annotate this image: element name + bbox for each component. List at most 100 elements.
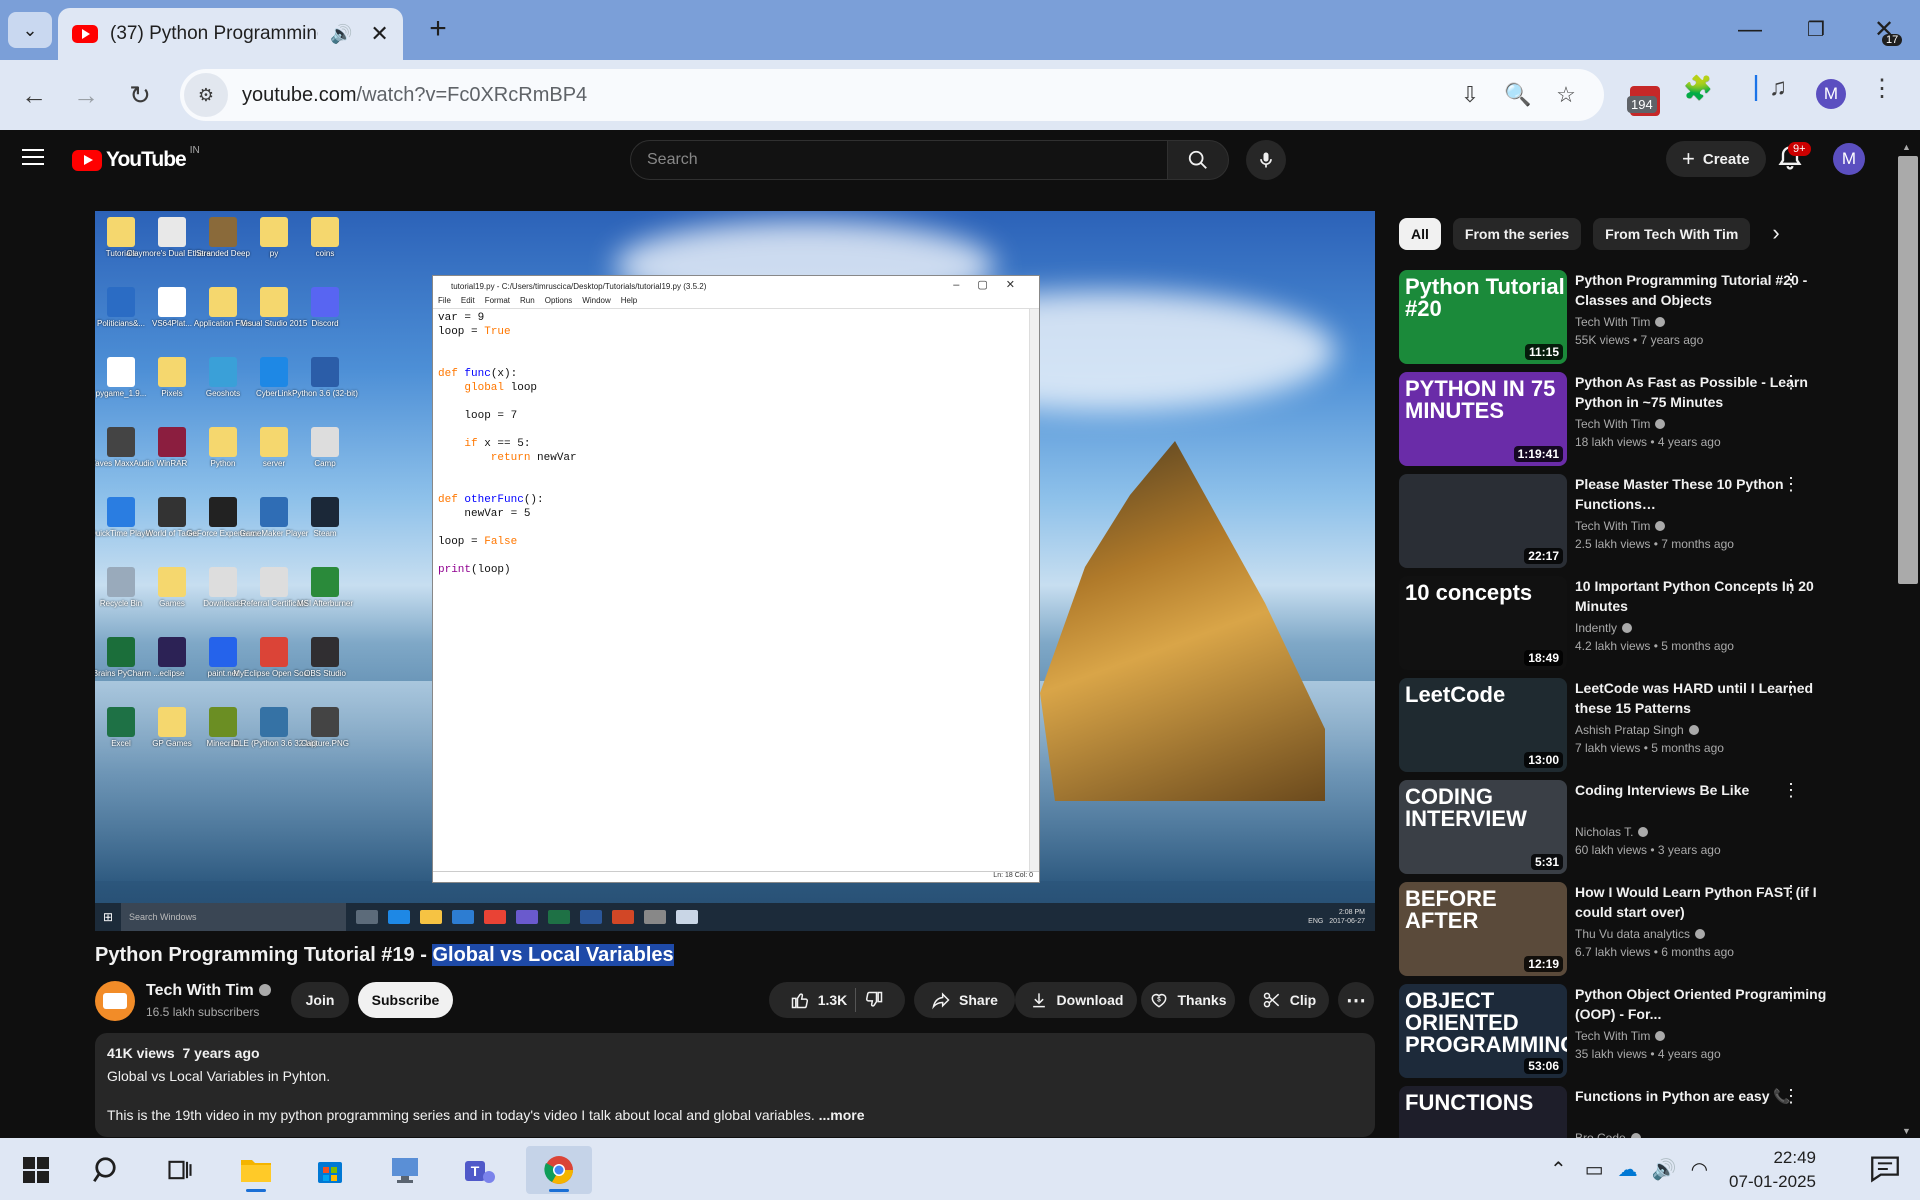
- recommended-video-stats: 6.7 lakh views • 6 months ago: [1575, 945, 1734, 959]
- wifi-icon[interactable]: ◠: [1691, 1157, 1708, 1182]
- more-vertical-icon[interactable]: ⋮: [1779, 882, 1803, 902]
- video-duration: 13:00: [1524, 752, 1563, 768]
- remote-desktop-button[interactable]: [378, 1146, 434, 1194]
- recommended-video-title[interactable]: LeetCode was HARD until I Learned these …: [1575, 678, 1845, 718]
- recommended-channel[interactable]: Tech With Tim: [1575, 1029, 1666, 1043]
- system-tray: ⌃ ▭ ☁ 🔊 ◠: [1550, 1138, 1708, 1200]
- more-vertical-icon[interactable]: ⋮: [1779, 270, 1803, 290]
- volume-icon[interactable]: 🔊: [1652, 1157, 1677, 1182]
- recommended-video-title[interactable]: Python Object Oriented Programming (OOP)…: [1575, 984, 1845, 1024]
- video-thumbnail[interactable]: LeetCode 13:00: [1399, 678, 1567, 772]
- recommended-video-stats: 2.5 lakh views • 7 months ago: [1575, 537, 1734, 551]
- teams-button[interactable]: T: [452, 1146, 508, 1194]
- video-thumbnail[interactable]: CODING INTERVIEW 5:31: [1399, 780, 1567, 874]
- recommended-video[interactable]: OBJECT ORIENTED PROGRAMMING 53:06 Python O…: [1399, 984, 1889, 1080]
- clock-time: 22:49: [1773, 1148, 1816, 1167]
- recommended-channel[interactable]: Indently: [1575, 621, 1633, 635]
- video-thumbnail[interactable]: BEFORE AFTER 12:19: [1399, 882, 1567, 976]
- video-thumbnail[interactable]: Python Tutorial #20 11:15: [1399, 270, 1567, 364]
- recommended-channel-name: Indently: [1575, 621, 1618, 635]
- windows-start-button[interactable]: [8, 1146, 64, 1194]
- scroll-up-arrow[interactable]: ▲: [1902, 142, 1911, 152]
- recommended-video[interactable]: BEFORE AFTER 12:19 How I Would Learn Pytho…: [1399, 882, 1889, 978]
- recommended-video-stats: 18 lakh views • 4 years ago: [1575, 435, 1721, 449]
- svg-text:T: T: [471, 1163, 480, 1179]
- video-duration: 18:49: [1524, 650, 1563, 666]
- recommended-video-title[interactable]: Python Programming Tutorial #20 - Classe…: [1575, 270, 1845, 310]
- recommended-video[interactable]: CODING INTERVIEW 5:31 Coding Interviews Be…: [1399, 780, 1889, 876]
- onedrive-cloud-icon[interactable]: ☁: [1618, 1157, 1638, 1182]
- recommended-channel[interactable]: Thu Vu data analytics: [1575, 927, 1705, 941]
- verified-icon: [1622, 622, 1633, 633]
- recommended-video[interactable]: LeetCode 13:00 LeetCode was HARD until I L…: [1399, 678, 1889, 774]
- recommended-video-stats: 4.2 lakh views • 5 months ago: [1575, 639, 1734, 653]
- recommended-video-title[interactable]: Please Master These 10 Python Functions…: [1575, 474, 1845, 514]
- microsoft-store-button[interactable]: [302, 1146, 358, 1194]
- video-thumbnail[interactable]: 10 concepts 18:49: [1399, 576, 1567, 670]
- video-thumbnail[interactable]: OBJECT ORIENTED PROGRAMMING 53:06: [1399, 984, 1567, 1078]
- video-thumbnail[interactable]: FUNCTIONS: [1399, 1086, 1567, 1138]
- file-explorer-button[interactable]: [228, 1146, 284, 1194]
- thumbnail-text: CODING INTERVIEW: [1405, 784, 1527, 831]
- more-vertical-icon[interactable]: ⋮: [1779, 780, 1803, 800]
- scrollbar-thumb[interactable]: [1898, 156, 1918, 584]
- recommended-video-stats: 7 lakh views • 5 months ago: [1575, 741, 1724, 755]
- recommended-channel[interactable]: Bro Code: [1575, 1131, 1641, 1138]
- recommended-video[interactable]: PYTHON IN 75 MINUTES 1:19:41 Python As Fas…: [1399, 372, 1889, 468]
- recommended-channel[interactable]: Tech With Tim: [1575, 315, 1666, 329]
- video-thumbnail[interactable]: PYTHON IN 75 MINUTES 1:19:41: [1399, 372, 1567, 466]
- show-hidden-icons-chevron-icon[interactable]: ⌃: [1550, 1157, 1567, 1182]
- verified-icon: [1638, 826, 1649, 837]
- running-indicator: [246, 1189, 266, 1192]
- recommended-video-title[interactable]: Python As Fast as Possible - Learn Pytho…: [1575, 372, 1845, 412]
- more-vertical-icon[interactable]: ⋮: [1779, 678, 1803, 698]
- taskbar-clock[interactable]: 22:49 07-01-2025: [1726, 1146, 1816, 1194]
- thumbnail-text: Python Tutorial #20: [1405, 274, 1565, 321]
- more-vertical-icon[interactable]: ⋮: [1779, 474, 1803, 494]
- recommended-video[interactable]: FUNCTIONS Functions in Python are easy 📞 B…: [1399, 1086, 1889, 1138]
- more-vertical-icon[interactable]: ⋮: [1779, 984, 1803, 1004]
- recommended-channel[interactable]: Nicholas T.: [1575, 825, 1649, 839]
- recommended-channel[interactable]: Ashish Pratap Singh: [1575, 723, 1699, 737]
- thumbnail-text: FUNCTIONS: [1405, 1090, 1534, 1115]
- task-view-button[interactable]: [152, 1146, 208, 1194]
- recommended-video-title[interactable]: 10 Important Python Concepts In 20 Minut…: [1575, 576, 1845, 616]
- scroll-down-arrow[interactable]: ▼: [1902, 1126, 1911, 1136]
- page-scrollbar[interactable]: ▲ ▼: [1896, 140, 1920, 1138]
- search-icon: [93, 1157, 116, 1183]
- recommended-channel-name: Ashish Pratap Singh: [1575, 723, 1684, 737]
- more-vertical-icon[interactable]: ⋮: [1779, 576, 1803, 596]
- recommended-channel-name: Tech With Tim: [1575, 1029, 1651, 1043]
- recommended-channel-name: Thu Vu data analytics: [1575, 927, 1690, 941]
- recommended-video[interactable]: Python Tutorial #20 11:15 Python Programmi…: [1399, 270, 1889, 366]
- recommended-channel-name: Nicholas T.: [1575, 825, 1634, 839]
- notification-center-icon[interactable]: [1868, 1152, 1902, 1186]
- store-icon: [318, 1162, 342, 1183]
- verified-icon: [1655, 1030, 1666, 1041]
- chrome-taskbar-button[interactable]: [526, 1146, 592, 1194]
- video-duration: 22:17: [1524, 548, 1563, 564]
- more-vertical-icon[interactable]: ⋮: [1779, 372, 1803, 392]
- thumbnail-text: BEFORE AFTER: [1405, 886, 1497, 933]
- verified-icon: [1655, 418, 1666, 429]
- battery-icon[interactable]: ▭: [1585, 1157, 1604, 1182]
- recommended-channel[interactable]: Tech With Tim: [1575, 417, 1666, 431]
- recommended-video-title[interactable]: Functions in Python are easy 📞: [1575, 1086, 1845, 1106]
- recommended-channel-name: Tech With Tim: [1575, 417, 1651, 431]
- teams-icon: T: [465, 1161, 495, 1183]
- recommended-video-title[interactable]: Coding Interviews Be Like: [1575, 780, 1845, 800]
- taskbar-search-button[interactable]: [80, 1146, 136, 1194]
- recommended-video-stats: 35 lakh views • 4 years ago: [1575, 1047, 1721, 1061]
- video-thumbnail[interactable]: 22:17: [1399, 474, 1567, 568]
- more-vertical-icon[interactable]: ⋮: [1779, 1086, 1803, 1106]
- verified-icon: [1688, 724, 1699, 735]
- windows-taskbar: T ⌃ ▭ ☁ 🔊 ◠ 22:49 07-01-2025: [0, 1138, 1920, 1200]
- recommended-channel[interactable]: Tech With Tim: [1575, 519, 1666, 533]
- recommended-video[interactable]: 22:17 Please Master These 10 Python Funct…: [1399, 474, 1889, 570]
- recommendations-list: Python Tutorial #20 11:15 Python Programmi…: [0, 0, 1896, 1138]
- video-duration: 53:06: [1524, 1058, 1563, 1074]
- active-indicator: [549, 1189, 569, 1192]
- recommended-video-title[interactable]: How I Would Learn Python FAST (if I coul…: [1575, 882, 1845, 922]
- recommended-video[interactable]: 10 concepts 18:49 10 Important Python Conc…: [1399, 576, 1889, 672]
- thumbnail-text: 10 concepts: [1405, 580, 1533, 605]
